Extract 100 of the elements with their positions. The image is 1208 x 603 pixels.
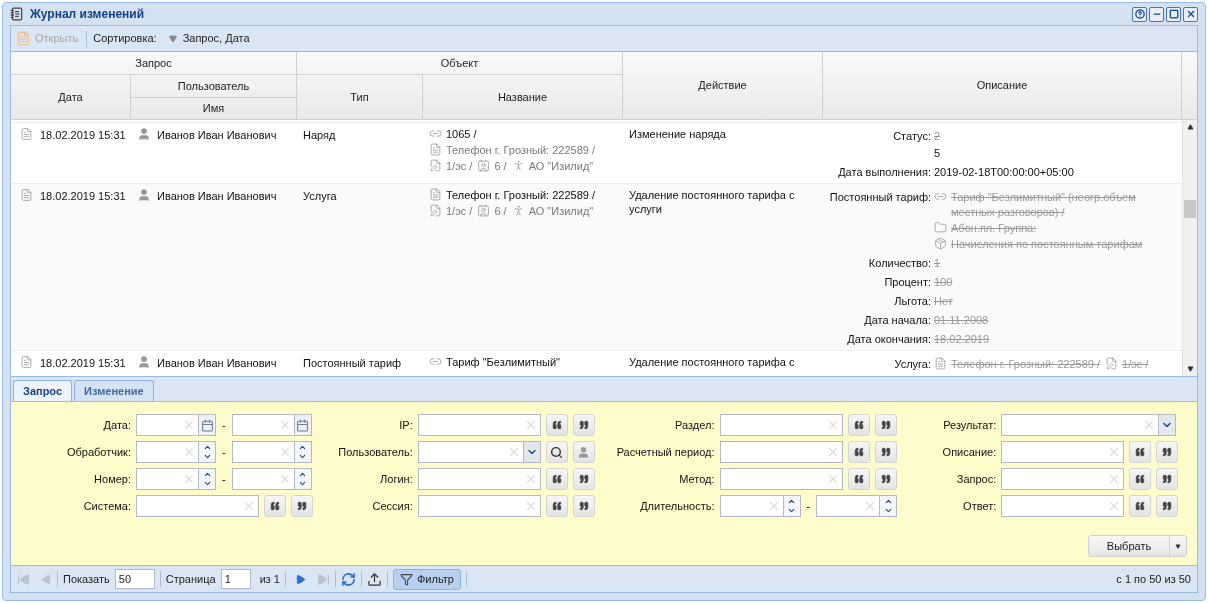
column-header[interactable]: Имя: [131, 98, 297, 120]
field-label: Постоянный тариф:: [828, 190, 931, 205]
column-header[interactable]: Действие: [623, 52, 823, 120]
help-icon: [1134, 9, 1145, 19]
field-label: Обработчик:: [65, 444, 131, 460]
object-name: АО "Изилид": [528, 159, 594, 174]
select-button[interactable]: Выбрать: [1088, 535, 1187, 557]
action-cell-text: Удаление постоянного тарифа с услуги: [629, 188, 796, 216]
quote-open-icon: [853, 447, 864, 457]
column-header[interactable]: Название: [423, 75, 623, 120]
input-field[interactable]: [417, 441, 541, 463]
input-field[interactable]: [136, 468, 216, 490]
caret-icon[interactable]: [1175, 543, 1181, 549]
field-label: Запрос:: [955, 471, 997, 487]
quote-close-button[interactable]: [572, 468, 595, 490]
input-field[interactable]: [136, 414, 216, 436]
type-cell: Постоянный тариф: [303, 357, 402, 369]
input-field[interactable]: [417, 495, 541, 517]
object-name: 6 /: [494, 204, 507, 219]
date-cell-text: 18.02.2019 15:31: [40, 356, 126, 371]
minimize-button[interactable]: [1149, 6, 1164, 22]
quote-open-button[interactable]: [847, 414, 870, 436]
quote-close-button[interactable]: [291, 495, 313, 517]
column-header[interactable]: Описание: [823, 52, 1182, 120]
column-group-header: Пользователь: [131, 75, 297, 98]
column-header[interactable]: Тип: [297, 75, 423, 120]
sort-button[interactable]: Запрос, Дата: [168, 30, 250, 47]
next-page-icon[interactable]: [295, 573, 306, 585]
filter-button[interactable]: Фильтр: [393, 568, 461, 590]
quote-close-icon: [880, 420, 891, 430]
input-field[interactable]: [816, 495, 898, 517]
quote-open-button[interactable]: [1129, 495, 1152, 517]
page-label: Страница: [165, 571, 216, 587]
input-field[interactable]: [231, 441, 312, 463]
column-header[interactable]: Дата: [11, 75, 131, 120]
folder-icon: [934, 221, 947, 234]
quote-open-button[interactable]: [1129, 441, 1152, 463]
quote-close-button[interactable]: [1156, 441, 1179, 463]
input-field[interactable]: [136, 495, 259, 517]
quote-open-button[interactable]: [545, 495, 568, 517]
page-size-field[interactable]: 50: [114, 569, 155, 589]
search-button[interactable]: [545, 441, 568, 463]
field-label: Длительность:: [639, 498, 715, 514]
help-button[interactable]: [1132, 6, 1147, 22]
quote-open-button[interactable]: [847, 441, 870, 463]
quote-close-button[interactable]: [1156, 495, 1179, 517]
field-label: Дата окончания:: [846, 332, 931, 347]
input-field[interactable]: [719, 441, 843, 463]
input-field[interactable]: [231, 414, 312, 436]
calendar-icon[interactable]: [296, 418, 310, 432]
quote-open-button[interactable]: [847, 468, 870, 490]
scroll-up-icon[interactable]: [1186, 124, 1194, 130]
calendar-icon[interactable]: [200, 418, 214, 432]
quote-close-button[interactable]: [1156, 468, 1179, 490]
export-icon[interactable]: [367, 571, 382, 587]
quote-open-button[interactable]: [545, 468, 568, 490]
document-icon: [934, 357, 947, 370]
input-field[interactable]: [231, 468, 312, 490]
refresh-icon[interactable]: [341, 571, 356, 587]
document-edit-icon: [429, 159, 442, 172]
field-label: Количество:: [867, 256, 931, 271]
input-field[interactable]: [719, 414, 843, 436]
old-value: Телефон г. Грозный: 222589 /: [951, 357, 1101, 372]
document-icon: [20, 355, 33, 369]
link-icon: [934, 190, 947, 203]
input-field[interactable]: [1001, 441, 1125, 463]
quote-close-icon: [1162, 447, 1173, 457]
user-cell-text: Иванов Иван Иванович: [157, 356, 277, 371]
quote-close-button[interactable]: [572, 495, 595, 517]
quote-close-button[interactable]: [572, 414, 595, 436]
object-name: 1065 /: [446, 127, 477, 142]
document-icon: [20, 188, 33, 202]
maximize-button[interactable]: [1166, 6, 1181, 22]
quote-open-button[interactable]: [264, 495, 286, 517]
scroll-down-icon[interactable]: [1186, 366, 1194, 372]
quote-close-button[interactable]: [874, 468, 897, 490]
input-field[interactable]: [1001, 495, 1125, 517]
scroll-thumb[interactable]: [1184, 200, 1196, 218]
range-separator: -: [222, 417, 226, 433]
field-label: Процент:: [883, 275, 931, 290]
tab[interactable]: Изменение: [74, 380, 154, 401]
scrollbar[interactable]: [1182, 120, 1197, 376]
input-field[interactable]: [719, 468, 843, 490]
input-field[interactable]: [417, 414, 541, 436]
action-cell-text: Удаление постоянного тарифа с: [629, 355, 796, 369]
quote-open-button[interactable]: [1129, 468, 1152, 490]
input-field[interactable]: [136, 441, 216, 463]
page-field[interactable]: 1: [220, 569, 251, 589]
input-field[interactable]: [1001, 468, 1125, 490]
quote-close-button[interactable]: [874, 414, 897, 436]
input-field[interactable]: [719, 495, 801, 517]
field-label: Дата начала:: [863, 313, 931, 328]
tab[interactable]: Запрос: [13, 380, 73, 401]
close-button[interactable]: [1183, 6, 1198, 22]
quote-open-button[interactable]: [545, 414, 568, 436]
quote-close-button[interactable]: [874, 441, 897, 463]
user-icon: [137, 355, 151, 369]
input-field[interactable]: [417, 468, 541, 490]
field-label: Логин:: [379, 471, 413, 487]
dropdown-field[interactable]: [1001, 414, 1177, 436]
